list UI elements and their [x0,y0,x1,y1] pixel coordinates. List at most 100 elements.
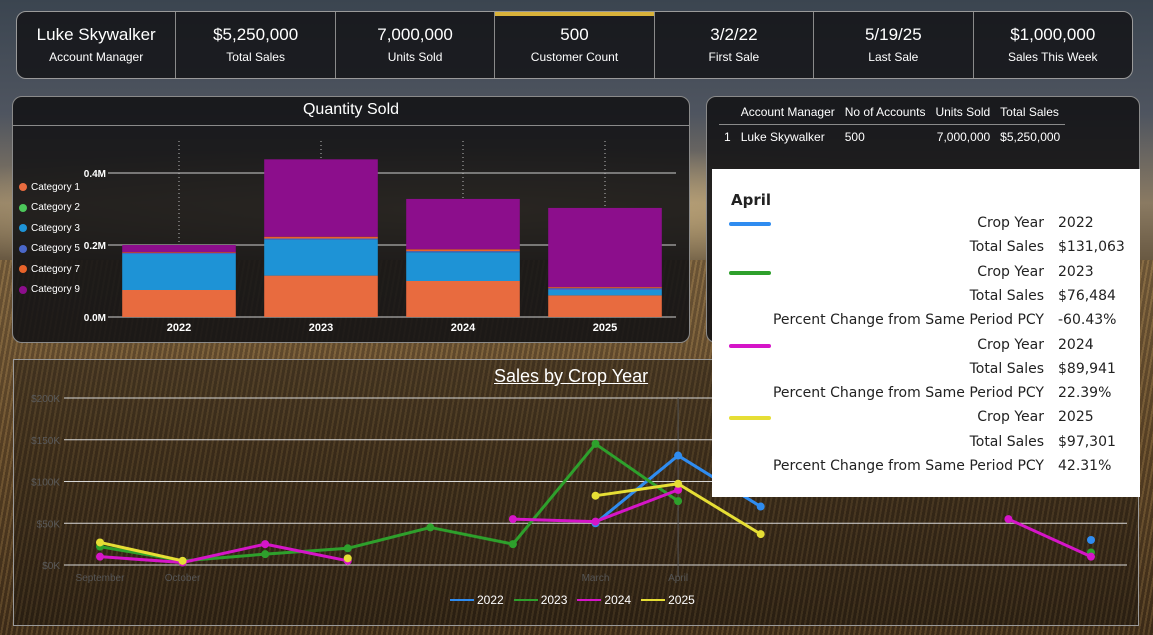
kpi-units-sold[interactable]: 7,000,000 Units Sold [336,12,496,78]
bar-segment-category-9[interactable] [548,207,662,288]
bar-segment-category-5[interactable] [406,251,520,253]
tooltip-key: Crop Year [977,215,1044,231]
column-header[interactable] [719,105,736,125]
data-point-2025[interactable] [178,556,187,565]
bar-segment-category-9[interactable] [264,159,378,237]
kpi-label: Total Sales [226,50,285,64]
x-tick-label: March [582,573,610,584]
kpi-customer-count[interactable]: 500 Customer Count [495,12,655,78]
bar-segment-category-1[interactable] [122,290,236,317]
data-point-2025[interactable] [591,491,600,500]
legend-label: Category 1 [31,181,80,193]
column-header-account-manager[interactable]: Account Manager [735,105,840,125]
legend-item[interactable]: 2024 [577,593,631,607]
sales-by-crop-year-title[interactable]: Sales by Crop Year [494,366,648,387]
tooltip-value: 2023 [1058,263,1094,280]
bar-segment-category-5[interactable] [264,238,378,240]
kpi-label: Sales This Week [1007,50,1098,64]
column-header-units-sold[interactable]: Units Sold [930,105,996,125]
y-tick-label: $100K [31,478,60,489]
tooltip-value: $76,484 [1058,287,1116,304]
legend-item[interactable]: Category 2 [19,198,80,219]
tooltip-key: Total Sales [969,360,1044,377]
data-point-2024[interactable] [1004,515,1013,524]
data-point-2023[interactable] [591,439,600,448]
tooltip-key: Percent Change from Same Period PCY [772,385,1044,402]
data-point-2023[interactable] [508,540,517,549]
legend-item[interactable]: Category 9 [19,280,80,301]
bar-segment-category-7[interactable] [122,252,236,253]
kpi-bar: Luke Skywalker Account Manager $5,250,00… [16,11,1133,79]
kpi-last-sale[interactable]: 5/19/25 Last Sale [814,12,974,78]
bar-segment-category-1[interactable] [406,281,520,317]
legend-item[interactable]: 2025 [641,593,695,607]
legend-dot-icon [19,244,27,253]
data-point-2023[interactable] [426,523,435,532]
legend-item[interactable]: 2023 [513,593,567,607]
bar-segment-category-5[interactable] [548,288,662,290]
legend-item[interactable]: Category 1 [19,177,80,198]
data-point-2024[interactable] [591,517,600,526]
series-line-2023[interactable] [99,442,679,563]
bar-segment-category-3[interactable] [548,290,662,296]
data-point-2023[interactable] [343,544,352,553]
legend-line-icon [577,599,602,601]
data-point-2022[interactable] [1087,535,1095,544]
kpi-label: Last Sale [868,50,919,64]
column-header-total-sales[interactable]: Total Sales [995,105,1066,125]
bar-segment-category-7[interactable] [548,287,662,289]
sales-legend: 2022 2023 2024 2025 [450,593,705,607]
kpi-total-sales[interactable]: $5,250,000 Total Sales [176,12,336,78]
x-tick-label: 2022 [167,322,191,334]
kpi-account-manager[interactable]: Luke Skywalker Account Manager [17,12,177,78]
data-point-2025[interactable] [96,538,104,547]
data-point-2023[interactable] [261,550,270,559]
kpi-label: Customer Count [530,50,619,64]
bar-segment-category-5[interactable] [122,252,236,254]
legend-item[interactable]: Category 7 [19,259,80,280]
data-point-2024[interactable] [508,515,517,524]
data-point-2025[interactable] [756,530,765,539]
tooltip-value: 2022 [1058,215,1094,231]
tooltip-key: Total Sales [969,433,1044,450]
bar-segment-category-7[interactable] [264,236,378,239]
series-line-2024[interactable] [1007,517,1092,559]
table-header-row: Account Manager No of Accounts Units Sol… [719,105,1066,125]
data-point-2025[interactable] [343,554,352,563]
tooltip-value: 42.31% [1058,458,1112,474]
data-point-2022[interactable] [674,451,683,460]
legend-item[interactable]: Category 5 [19,239,80,260]
bar-segment-category-9[interactable] [122,245,236,253]
data-point-2024[interactable] [261,540,270,549]
bar-segment-category-9[interactable] [406,198,520,250]
data-point-2024[interactable] [1087,552,1095,561]
data-point-2023[interactable] [674,497,683,506]
bar-segment-category-1[interactable] [264,275,378,317]
legend-item[interactable]: 2022 [450,593,504,607]
tooltip-series-swatch [729,416,771,421]
data-point-2022[interactable] [756,502,765,511]
data-point-2025[interactable] [674,479,683,488]
bar-segment-category-1[interactable] [548,295,662,317]
x-tick-label: April [668,573,688,584]
y-tick-label: 0.4M [84,169,106,180]
y-tick-label: $50K [37,519,61,530]
data-point-2024[interactable] [96,552,104,561]
kpi-value: 500 [560,25,589,44]
kpi-sales-this-week[interactable]: $1,000,000 Sales This Week [974,12,1132,78]
tooltip-key: Percent Change from Same Period PCY [772,458,1044,474]
x-tick-label: 2024 [451,322,476,334]
column-header-no-of-accounts[interactable]: No of Accounts [839,105,931,125]
legend-dot-icon [19,285,27,294]
bar-segment-category-7[interactable] [406,249,520,252]
legend-item[interactable]: Category 3 [19,218,80,239]
tooltip-row: Crop Year 2023 [712,264,1140,288]
bar-segment-category-3[interactable] [264,239,378,276]
tooltip-series-swatch [729,270,771,275]
table-row[interactable]: 1 Luke Skywalker 500 7,000,000 $5,250,00… [719,125,1065,144]
bar-segment-category-3[interactable] [122,254,236,290]
bar-segment-category-3[interactable] [406,252,520,281]
legend-line-icon [450,599,474,601]
kpi-first-sale[interactable]: 3/2/22 First Sale [655,12,815,78]
tooltip-row: Crop Year 2024 [712,337,1140,361]
